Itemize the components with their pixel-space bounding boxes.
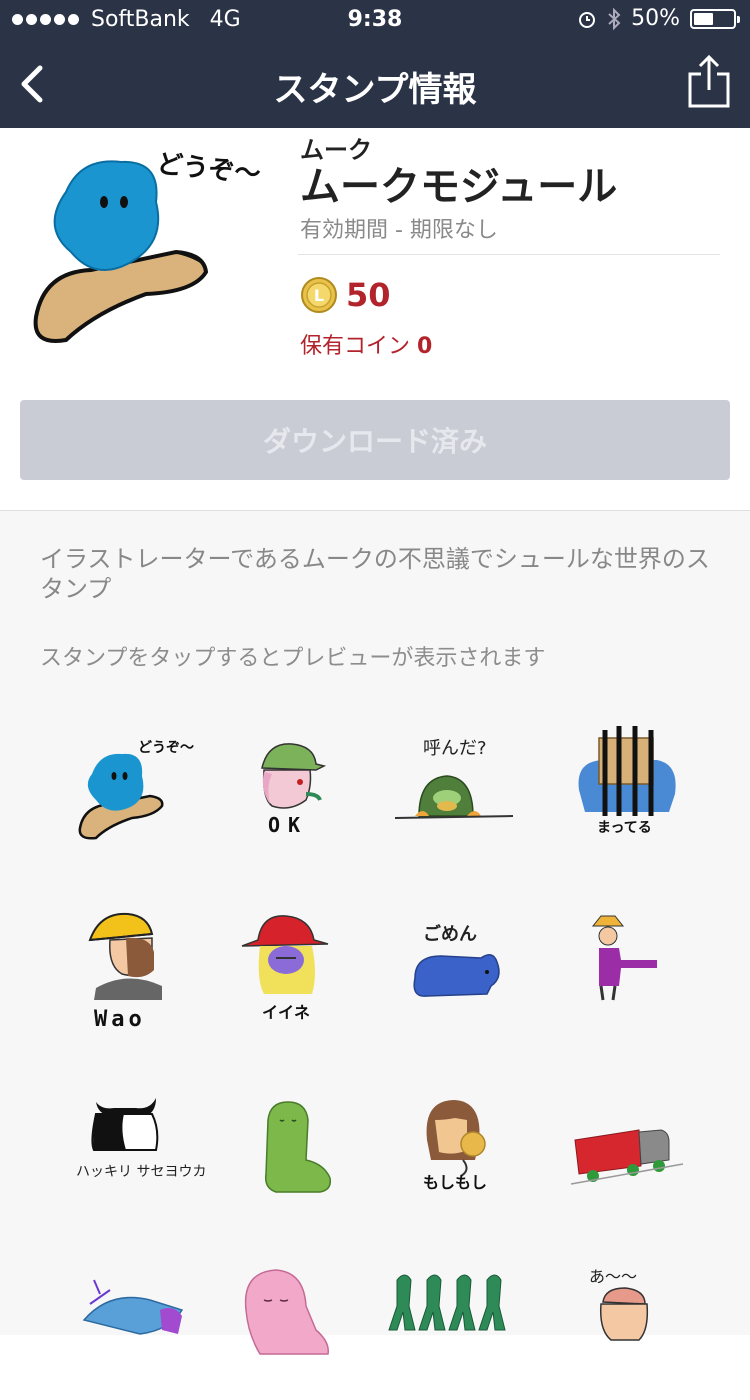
- sticker-item[interactable]: [565, 900, 715, 1050]
- sticker-item[interactable]: ハッキリ サセヨウカ: [70, 1080, 220, 1230]
- sticker-item[interactable]: まってる: [565, 720, 715, 870]
- sticker-item[interactable]: イイネ: [220, 900, 370, 1050]
- sticker-item[interactable]: OK: [220, 720, 370, 870]
- alarm-icon: [579, 11, 596, 28]
- sticker-item[interactable]: もしもし: [375, 1080, 525, 1230]
- bluetooth-icon: [608, 7, 621, 30]
- navigation-bar: スタンプ情報: [0, 40, 750, 128]
- validity-period: 有効期間 - 期限なし: [300, 218, 498, 243]
- sticker-image: 呼んだ?: [394, 738, 514, 819]
- owned-coins-value: 0: [417, 334, 433, 359]
- battery-percent: 50%: [631, 6, 680, 31]
- sticker-item[interactable]: [565, 1080, 715, 1230]
- sticker-item[interactable]: [220, 1250, 370, 1400]
- sticker-image: [591, 915, 657, 1001]
- download-button[interactable]: ダウンロード済み: [20, 400, 730, 480]
- status-right: 50%: [577, 6, 740, 31]
- sticker-image: あ〜〜: [589, 1267, 649, 1341]
- status-bar: SoftBank 4G 9:38 50%: [0, 0, 750, 40]
- sticker-caption: イイネ: [262, 1003, 310, 1022]
- sticker-item[interactable]: [375, 1250, 525, 1400]
- sticker-image: ごめん: [413, 923, 500, 997]
- info-divider: [298, 254, 720, 255]
- sticker-item[interactable]: あ〜〜: [565, 1250, 715, 1400]
- svg-text:どうぞ〜: どうぞ〜: [155, 149, 262, 190]
- share-icon[interactable]: [684, 54, 734, 110]
- sticker-image: [82, 1279, 184, 1335]
- sticker-image: まってる: [578, 726, 676, 836]
- sticker-image: [264, 1101, 332, 1193]
- price-value: 50: [346, 276, 391, 314]
- sticker-image: ハッキリ サセヨウカ: [76, 1098, 206, 1180]
- sticker-caption: ハッキリ サセヨウカ: [76, 1164, 206, 1180]
- sticker-caption: ごめん: [423, 923, 477, 945]
- page-title: スタンプ情報: [273, 70, 477, 110]
- pack-description: イラストレーターであるムークの不思議でシュールな世界のスタンプ: [40, 545, 710, 603]
- sticker-image: [244, 1269, 329, 1355]
- sticker-image: [388, 1274, 506, 1331]
- sticker-caption: あ〜〜: [589, 1267, 637, 1286]
- main-sticker-image: どうぞ〜: [33, 149, 262, 343]
- sticker-item[interactable]: ごめん: [375, 900, 525, 1050]
- sticker-caption: どうぞ〜: [138, 740, 194, 756]
- sticker-caption: OK: [268, 813, 308, 837]
- preview-hint: スタンプをタップするとプレビューが表示されます: [40, 646, 546, 671]
- pack-title: ムークモジュール: [300, 164, 618, 210]
- battery-icon: [690, 8, 740, 29]
- coin-icon: L: [301, 277, 337, 313]
- owned-coins-label: 保有コイン: [300, 334, 411, 359]
- sticker-image: もしもし: [423, 1100, 487, 1192]
- sticker-item[interactable]: どうぞ〜: [70, 720, 220, 870]
- owned-coins: 保有コイン 0: [300, 328, 432, 360]
- sticker-image: Wao: [88, 912, 162, 1032]
- sticker-image: イイネ: [241, 915, 329, 1022]
- sticker-image: どうぞ〜: [78, 740, 194, 840]
- sticker-image: OK: [261, 743, 327, 837]
- sticker-image: [570, 1129, 684, 1185]
- sticker-caption: Wao: [94, 1007, 146, 1032]
- sticker-item[interactable]: [220, 1080, 370, 1230]
- sticker-item[interactable]: 呼んだ?: [375, 720, 525, 870]
- sticker-caption: まってる: [597, 820, 652, 836]
- sticker-caption: 呼んだ?: [423, 738, 487, 759]
- sticker-caption: もしもし: [423, 1173, 487, 1192]
- sticker-item[interactable]: Wao: [70, 900, 220, 1050]
- sticker-item[interactable]: [70, 1250, 220, 1400]
- svg-text:L: L: [314, 286, 324, 305]
